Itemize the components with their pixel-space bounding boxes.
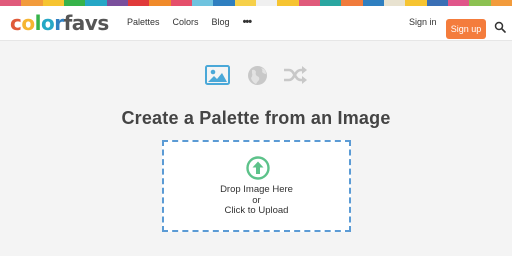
logo-letter: o bbox=[21, 11, 35, 35]
click-to-upload-text: Click to Upload bbox=[224, 205, 289, 216]
nav-blog[interactable]: Blog bbox=[212, 17, 230, 27]
header: colorfavs Palettes Colors Blog ••• Sign … bbox=[0, 6, 512, 41]
upload-arrow-icon bbox=[246, 156, 270, 180]
search-icon[interactable] bbox=[494, 21, 506, 33]
palette-mode-selector bbox=[0, 65, 512, 87]
nav-palettes[interactable]: Palettes bbox=[127, 17, 160, 27]
sign-in-link[interactable]: Sign in bbox=[409, 17, 437, 27]
page-title: Create a Palette from an Image bbox=[121, 108, 391, 128]
more-menu-icon[interactable]: ••• bbox=[243, 16, 253, 27]
nav-colors[interactable]: Colors bbox=[173, 17, 199, 27]
logo-letter: o bbox=[40, 11, 55, 35]
drop-image-text: Drop Image Here bbox=[220, 184, 293, 195]
main-nav: Palettes Colors Blog ••• bbox=[127, 16, 253, 27]
image-icon[interactable] bbox=[205, 65, 230, 85]
logo-letter: c bbox=[10, 11, 22, 35]
logo-letter: v bbox=[84, 11, 98, 35]
globe-icon[interactable] bbox=[247, 65, 268, 86]
logo-letter: a bbox=[71, 11, 86, 35]
shuffle-icon[interactable] bbox=[283, 65, 308, 85]
logo-letter: r bbox=[54, 11, 64, 35]
logo-letter: f bbox=[63, 11, 73, 35]
dropzone-instructions: Drop Image Here or Click to Upload bbox=[164, 184, 349, 217]
colorfavs-logo[interactable]: colorfavs bbox=[10, 12, 109, 34]
image-dropzone[interactable]: Drop Image Here or Click to Upload bbox=[162, 140, 351, 232]
sign-up-button[interactable]: Sign up bbox=[446, 19, 486, 39]
logo-letter: s bbox=[97, 11, 109, 35]
